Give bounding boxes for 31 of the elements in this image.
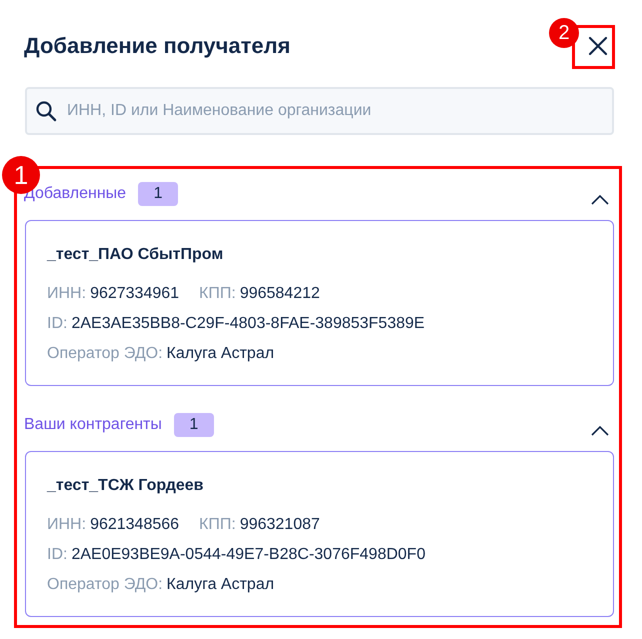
field-label: ИНН: <box>47 515 86 535</box>
field-label: Оператор ЭДО: <box>47 344 163 364</box>
count-badge: 1 <box>138 182 178 206</box>
field-label: ИНН: <box>47 284 86 304</box>
field-value: 9627334961 <box>90 284 180 304</box>
section-title: Ваши контрагенты <box>24 415 162 435</box>
counterparty-card[interactable]: _тест_ПАО СбытПром ИНН: 9627334961 КПП: 996584212 ID: 2AE3AE35BB8-C29F-4803-8FAE-389853F5389E Оператор ЭДО: Калуга Астрал <box>25 220 614 386</box>
company-name: _тест_ТСЖ Гордеев <box>47 476 204 496</box>
field-label: ID: <box>47 314 68 334</box>
field-label: ID: <box>47 545 68 565</box>
field-label: Оператор ЭДО: <box>47 575 163 595</box>
field-value: 2AE3AE35BB8-C29F-4803-8FAE-389853F5389E <box>71 314 425 334</box>
annotation-number: 2 <box>549 18 579 48</box>
section-title: Добавленные <box>24 184 126 204</box>
field-label: КПП: <box>199 284 236 304</box>
field-value: 996321087 <box>240 515 320 535</box>
chevron-up-icon <box>591 195 609 205</box>
company-name: _тест_ПАО СбытПром <box>47 245 224 265</box>
chevron-up-icon <box>591 426 609 436</box>
close-icon <box>588 36 608 56</box>
counterparty-card[interactable]: _тест_ТСЖ Гордеев ИНН: 9621348566 КПП: 996321087 ID: 2AE0E93BE9A-0544-49E7-B28C-3076F498D0F0 Оператор ЭДО: Калуга Астрал <box>25 451 614 617</box>
field-value: Калуга Астрал <box>166 575 274 595</box>
field-value: 2AE0E93BE9A-0544-49E7-B28C-3076F498D0F0 <box>71 545 426 565</box>
count-badge: 1 <box>174 413 214 437</box>
search-icon <box>35 100 57 122</box>
field-value: Калуга Астрал <box>166 344 274 364</box>
field-label: КПП: <box>199 515 236 535</box>
search-field[interactable]: ИНН, ID или Наименование организации <box>25 87 614 135</box>
dialog-title: Добавление получателя <box>24 32 290 60</box>
field-value: 9621348566 <box>90 515 180 535</box>
field-value: 996584212 <box>240 284 320 304</box>
